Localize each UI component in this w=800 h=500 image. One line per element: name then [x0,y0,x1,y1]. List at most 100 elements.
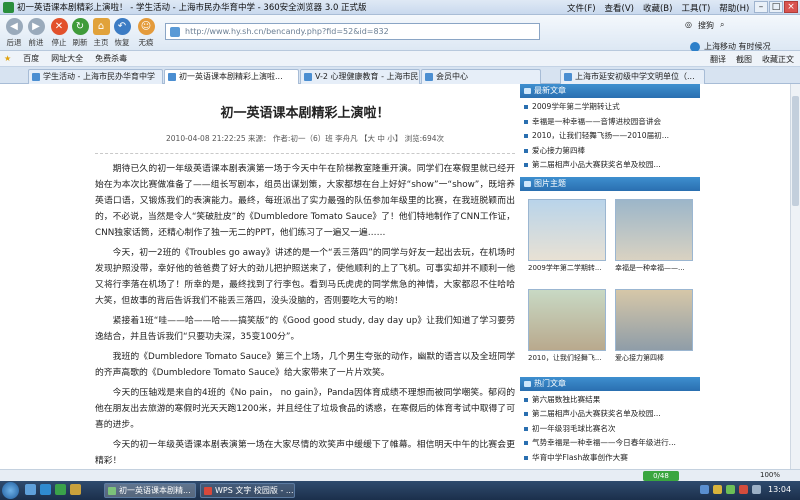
taskbar-item-wps[interactable]: WPS 文字 校园版 - ... [200,483,295,498]
tab-member-center[interactable]: 会员中心 [421,69,541,84]
photo-thumbnail[interactable] [615,198,693,261]
tab-yanan-school[interactable]: 上海市延安初级中学文明单位（... [560,69,705,84]
latest-articles-header: 最新文章 [520,84,700,98]
forward-label: 前进 [28,38,44,47]
browser-logo-icon [3,1,14,13]
volume-icon[interactable] [752,485,761,494]
system-tray [700,485,761,494]
web-content: 初一英语课本剧精彩上演啦！ 2010-04-08 21:22:25 来源： 作者… [0,84,790,469]
tray-icon[interactable] [700,485,709,494]
traceless-label: 无痕 [138,38,154,47]
mask-icon: ☺ [137,18,155,35]
list-item[interactable]: 2010，让我们轻舞飞扬——2010届初... [520,129,700,144]
list-item[interactable]: 气势幸福是一种幸福——今日春年级进行... [520,436,700,451]
stop-icon: ✕ [50,18,68,35]
browser-360-icon[interactable] [55,484,66,495]
tab-mental-health[interactable]: V-2 心理健康教育 - 上海市民办... [300,69,420,84]
screenshot-button[interactable]: 截图 [736,54,752,65]
back-button[interactable]: ◀ 后退 [2,18,26,48]
status-bar: 0/48 100% [0,469,800,481]
favorite-free-antivirus[interactable]: 免费杀毒 [95,53,127,64]
photo-thumbnail[interactable] [528,288,606,351]
photo-caption[interactable]: 2010，让我们轻舞飞... [528,353,608,363]
list-item[interactable]: 2009学年第二学期转让式 [520,100,700,115]
tray-icon[interactable] [739,485,748,494]
browser-icon [108,487,116,495]
photo-caption[interactable]: 爱心接力第四棒 [615,353,695,363]
picture-grid: 2009学年第二学期转... 幸福是一种幸福——... 2010，让我们轻舞飞.… [520,191,700,377]
tray-icon[interactable] [713,485,722,494]
menu-help[interactable]: 帮助(H) [719,2,749,14]
forward-arrow-icon: ▶ [27,18,45,35]
menu-favorites[interactable]: 收藏(B) [643,2,672,14]
maximize-icon[interactable]: □ [769,1,783,13]
address-url: http://www.hy.sh.cn/bencandy.php?fid=52&… [185,27,389,36]
tab-bar: 学生活动 - 上海市民办华育中学 初一英语课本剧精彩上演啦... V-2 心理健… [0,67,800,84]
window-controls: – □ × [754,1,798,13]
save-article-button[interactable]: 收藏正文 [762,54,794,65]
favorite-baidu[interactable]: 百度 [23,53,39,64]
sidebar: 最新文章 2009学年第二学期转让式 幸福是一种幸福——音博进校园音讲会 201… [520,84,700,465]
toolbar-right: ◎ 搜狗 ⌕ [685,20,724,31]
favorites-star-icon[interactable]: ★ [4,54,11,63]
minimize-icon[interactable]: – [754,1,768,13]
photo-caption[interactable]: 幸福是一种幸福——... [615,263,695,273]
search-icon[interactable]: ⌕ [720,20,724,31]
forward-button[interactable]: ▶ 前进 [24,18,48,48]
tab-student-activity[interactable]: 学生活动 - 上海市民办华育中学 [28,69,163,84]
tab-label: 上海市延安初级中学文明单位（... [575,72,695,81]
download-counter[interactable]: 0/48 [643,471,679,481]
article-paragraph: 紧接着1班“哇——哈——哈——搞笑版”的《Good good study, da… [95,316,515,342]
header-icon [524,180,531,187]
search-hint[interactable]: 搜狗 [698,20,714,31]
latest-articles-list: 2009学年第二学期转让式 幸福是一种幸福——音博进校园音讲会 2010，让我们… [520,100,700,173]
wps-icon [204,487,212,495]
hot-articles-list: 第六届数独比赛结果 第二届相声小品大赛获奖名单及校园... 初一年级羽毛球比赛名… [520,393,700,466]
tray-icon[interactable] [726,485,735,494]
page-icon [32,73,40,81]
taskbar-item-browser[interactable]: 初一英语课本剧精... [104,483,196,498]
tab-label: V-2 心理健康教育 - 上海市民办... [315,72,419,81]
article-paragraph: 今天的初一年级英语课本剧表演第一场在大家尽情的欢笑声中缓缓下了帷幕。相信明天中午… [95,440,515,466]
tab-label: 初一英语课本剧精彩上演啦... [179,72,283,81]
window-title: 初一英语课本剧精彩上演啦！ - 学生活动 - 上海市民办华育中学 - 360安全… [17,3,367,13]
ie-icon[interactable] [40,484,51,495]
taskbar: 初一英语课本剧精... WPS 文字 校园版 - ... 13:04 [0,481,800,500]
back-label: 后退 [6,38,22,47]
traceless-button[interactable]: ☺ 无痕 [134,18,158,48]
clock[interactable]: 13:04 [768,485,791,494]
article-meta: 2010-04-08 21:22:25 来源： 作者:初一（6）班 李舟凡 【大… [166,134,444,143]
tab-english-play[interactable]: 初一英语课本剧精彩上演啦... [164,69,299,84]
task-label: WPS 文字 校园版 - ... [215,486,294,495]
restore-button[interactable]: ↶ 恢复 [110,18,134,48]
close-icon[interactable]: × [784,1,798,13]
page-icon [564,73,572,81]
list-item[interactable]: 华育中学Flash故事创作大赛 [520,451,700,466]
list-item[interactable]: 第二届相声小品大赛获奖名单及校园... [520,407,700,422]
list-item[interactable]: 第二届相声小品大赛获奖名单及校园... [520,158,700,173]
translate-button[interactable]: 翻译 [710,54,726,65]
article-paragraph: 我班的《Dumbledore Tomato Sauce》第三个上场，几个男生夸张… [95,352,515,378]
sogou-search-icon[interactable]: ◎ [685,20,692,31]
start-button-icon[interactable] [2,482,19,499]
list-item[interactable]: 第六届数独比赛结果 [520,393,700,408]
menu-tools[interactable]: 工具(T) [681,2,710,14]
folder-icon[interactable] [70,484,81,495]
show-desktop-icon[interactable] [25,484,36,495]
scrollbar-thumb[interactable] [792,96,799,206]
favorite-url-directory[interactable]: 网址大全 [51,53,83,64]
photo-thumbnail[interactable] [615,288,693,351]
list-item[interactable]: 初一年级羽毛球比赛名次 [520,422,700,437]
article-title: 初一英语课本剧精彩上演啦！ [220,106,390,121]
address-bar[interactable]: http://www.hy.sh.cn/bencandy.php?fid=52&… [165,23,540,40]
photo-thumbnail[interactable] [528,198,606,261]
list-item[interactable]: 爱心接力第四棒 [520,144,700,159]
page-icon [304,73,312,81]
zoom-level[interactable]: 100% [760,471,780,479]
menu-file[interactable]: 文件(F) [567,2,596,14]
restore-label: 恢复 [114,38,130,47]
menu-view[interactable]: 查看(V) [605,2,634,14]
photo-caption[interactable]: 2009学年第二学期转... [528,263,608,273]
list-item[interactable]: 幸福是一种幸福——音博进校园音讲会 [520,115,700,130]
vertical-scrollbar[interactable] [790,84,800,469]
